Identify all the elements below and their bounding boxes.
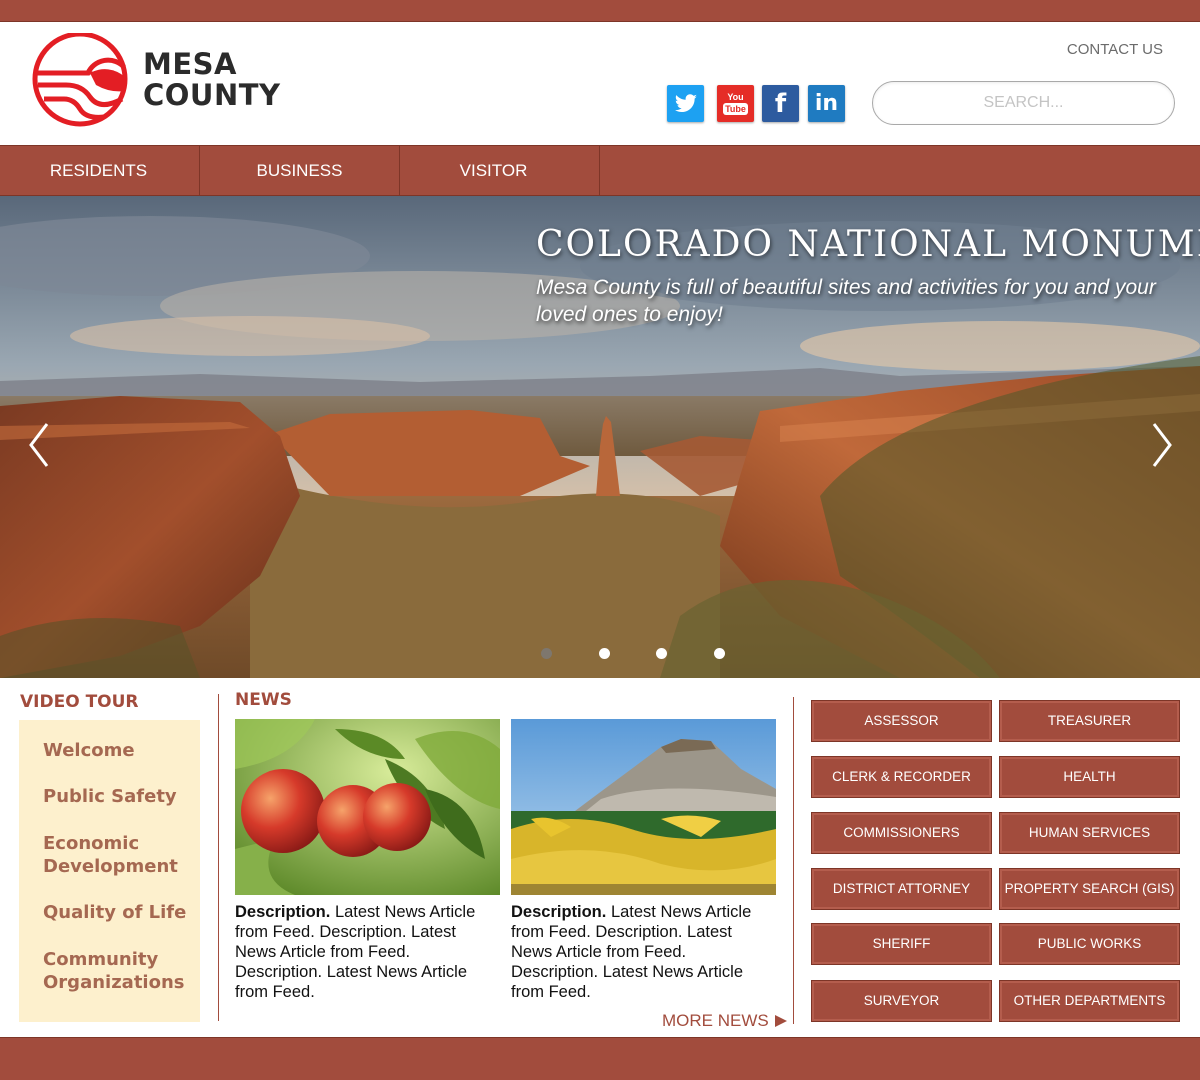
peaches-photo [235,719,500,895]
news-image-peaches[interactable] [235,719,500,895]
video-link-welcome[interactable]: Welcome [43,739,193,762]
dept-button-assessor[interactable]: ASSESSOR [811,700,992,742]
news-article-1-lead: Description. [235,903,331,921]
hero-title: COLORADO NATIONAL MONUMENT [536,224,1200,265]
dept-button-surveyor[interactable]: SURVEYOR [811,980,992,1022]
twitter-button[interactable] [667,85,704,122]
more-news-label: MORE NEWS [662,1011,769,1030]
hero-carousel: COLORADO NATIONAL MONUMENT Mesa County i… [0,196,1200,678]
top-color-strip [0,0,1200,22]
youtube-icon-top: You [727,92,744,102]
video-link-community-organizations[interactable]: Community Organizations [43,948,193,994]
video-tour-title: VIDEO TOUR [20,692,139,712]
search-box[interactable] [872,81,1175,125]
hero-subtitle: Mesa County is full of beautiful sites a… [536,276,1156,326]
chevron-left-icon [29,423,49,467]
search-input[interactable] [873,82,1174,124]
dept-button-sheriff[interactable]: SHERIFF [811,923,992,965]
dept-button-health[interactable]: HEALTH [999,756,1180,798]
hero-landscape-image [0,196,1200,678]
dept-button-commissioners[interactable]: COMMISSIONERS [811,812,992,854]
column-divider-left [218,694,219,1021]
youtube-icon-bottom: Tube [723,103,748,115]
video-tour-list: Welcome Public Safety Economic Developme… [19,720,200,1022]
carousel-dot-1[interactable] [541,648,552,659]
contact-us-link[interactable]: CONTACT US [1067,41,1163,58]
dept-button-treasurer[interactable]: TREASURER [999,700,1180,742]
facebook-button[interactable]: f [762,85,799,122]
mesa-county-logo[interactable]: MESA COUNTY [30,33,320,128]
dept-button-property-search[interactable]: PROPERTY SEARCH (GIS) [999,868,1180,910]
news-article-1: Description. Latest News Article from Fe… [235,902,500,1002]
carousel-next-button[interactable] [1150,420,1176,470]
nav-item-business[interactable]: BUSINESS [200,146,400,195]
carousel-dot-3[interactable] [656,648,667,659]
chevron-right-icon [1152,423,1172,467]
video-link-economic-development[interactable]: Economic Development [43,832,193,878]
column-divider-right [793,697,794,1024]
youtube-button[interactable]: You Tube [717,85,754,122]
more-news-link[interactable]: MORE NEWS [662,1011,788,1031]
linkedin-button[interactable]: in [808,85,845,122]
news-article-2-lead: Description. [511,903,607,921]
news-image-landscape[interactable] [511,719,776,895]
footer-color-strip [0,1037,1200,1080]
video-link-quality-of-life[interactable]: Quality of Life [43,901,193,924]
linkedin-icon: in [814,91,839,116]
facebook-icon: f [774,88,787,119]
twitter-bird-icon [674,93,697,112]
mesa-county-emblem-icon [32,33,128,127]
video-link-public-safety[interactable]: Public Safety [43,785,193,808]
logo-line-1: MESA [143,47,237,81]
triangle-right-icon [774,1015,787,1027]
main-nav: RESIDENTS BUSINESS VISITOR [0,145,1200,196]
carousel-prev-button[interactable] [25,420,51,470]
nav-item-residents[interactable]: RESIDENTS [0,146,200,195]
dept-button-human-services[interactable]: HUMAN SERVICES [999,812,1180,854]
site-header: MESA COUNTY CONTACT US You Tube f in [0,22,1200,145]
nav-item-visitor[interactable]: VISITOR [400,146,600,195]
dept-button-public-works[interactable]: PUBLIC WORKS [999,923,1180,965]
dept-button-other-departments[interactable]: OTHER DEPARTMENTS [999,980,1180,1022]
carousel-dot-2[interactable] [599,648,610,659]
carousel-dot-4[interactable] [714,648,725,659]
news-article-2: Description. Latest News Article from Fe… [511,902,776,1002]
logo-line-2: COUNTY [143,78,281,112]
dept-button-district-attorney[interactable]: DISTRICT ATTORNEY [811,868,992,910]
logo-wordmark: MESA COUNTY [143,49,281,111]
mesa-autumn-photo [511,719,776,895]
news-title: NEWS [235,690,292,710]
dept-button-clerk-recorder[interactable]: CLERK & RECORDER [811,756,992,798]
